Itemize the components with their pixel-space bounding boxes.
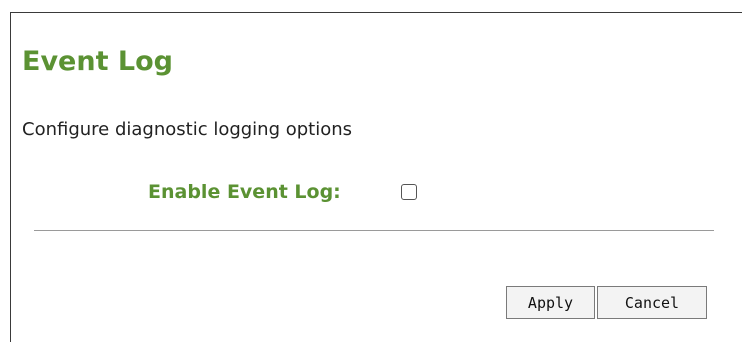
- enable-event-log-checkbox[interactable]: [401, 184, 417, 200]
- page-title: Event Log: [22, 46, 173, 77]
- divider: [34, 230, 714, 231]
- apply-button[interactable]: Apply: [506, 286, 595, 319]
- page-description: Configure diagnostic logging options: [22, 119, 353, 140]
- enable-event-log-label: Enable Event Log:: [148, 181, 341, 203]
- cancel-button[interactable]: Cancel: [597, 286, 707, 319]
